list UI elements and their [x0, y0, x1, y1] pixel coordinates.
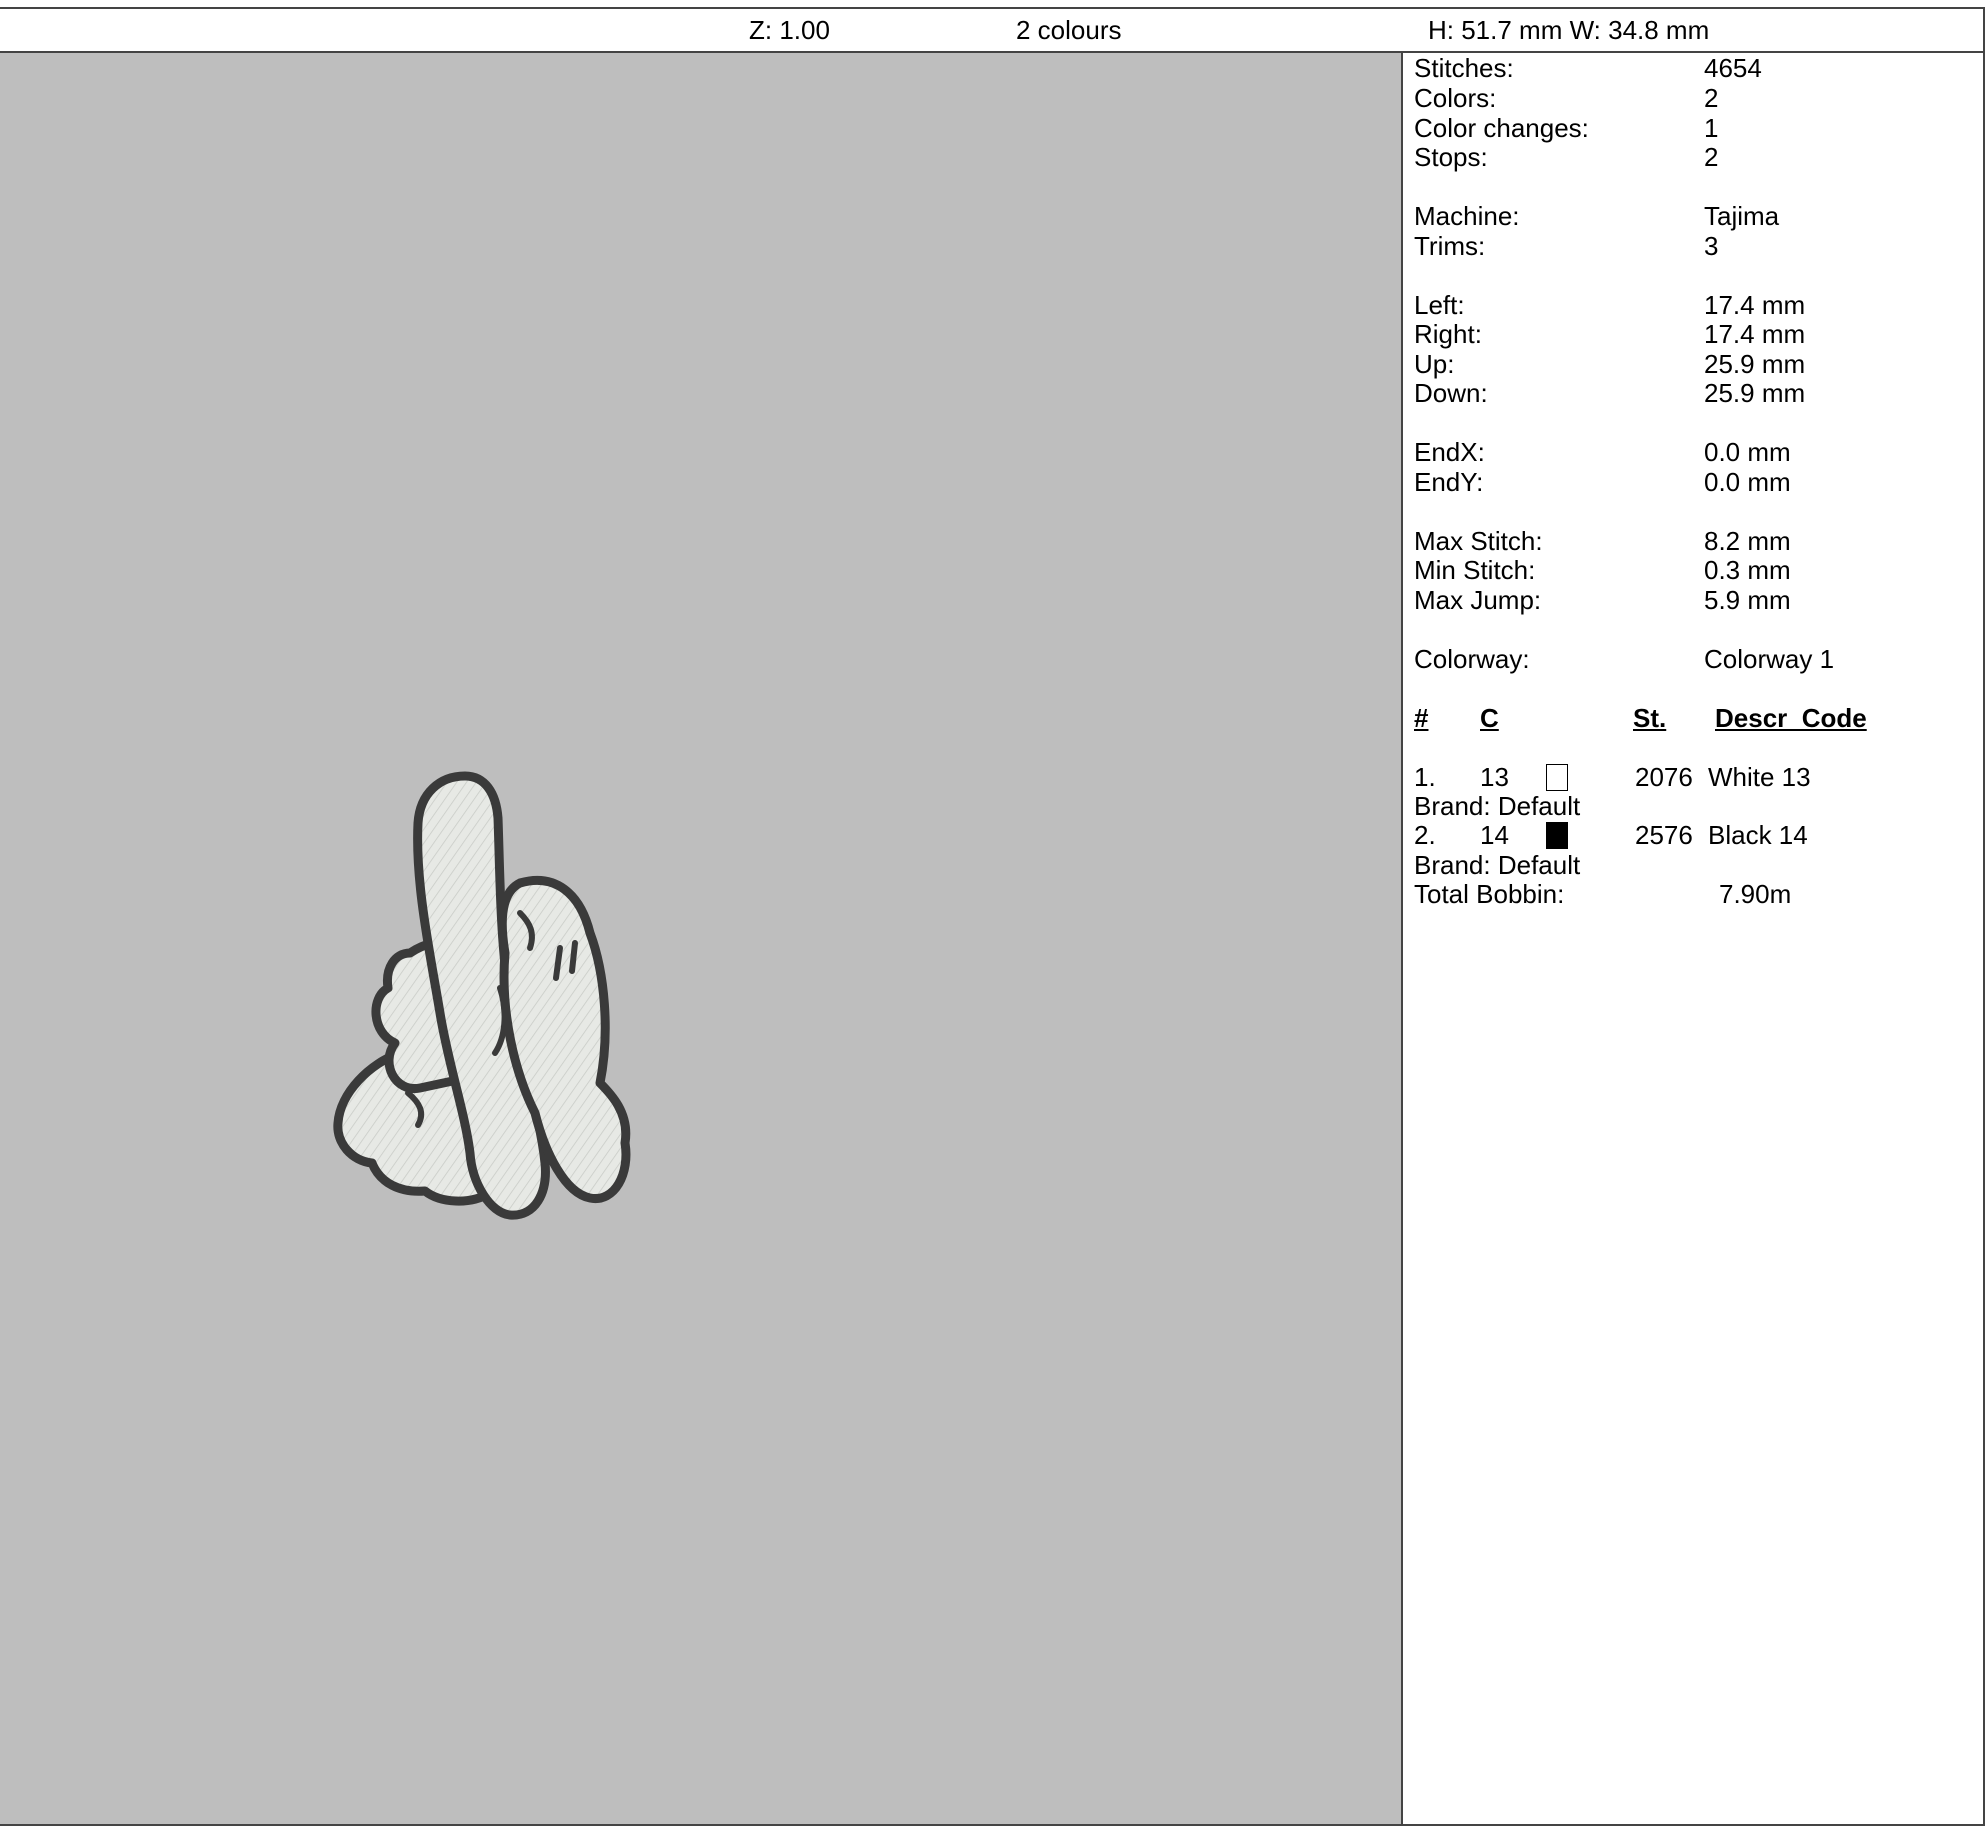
total-bobbin-label: Total Bobbin:: [1414, 879, 1565, 909]
endx-label: EndX:: [1414, 437, 1485, 467]
right-value: 17.4 mm: [1704, 319, 1806, 349]
max-jump-label: Max Jump:: [1414, 585, 1542, 615]
thread-2-code: 14: [1480, 820, 1509, 850]
colorway-label: Colorway:: [1414, 644, 1530, 674]
endx-value: 0.0 mm: [1704, 437, 1791, 467]
max-jump-value: 5.9 mm: [1704, 585, 1791, 615]
design-preview-canvas[interactable]: [0, 53, 1403, 1826]
right-label: Right:: [1414, 319, 1482, 349]
thread-2-brand: Brand: Default: [1414, 850, 1581, 880]
stops-value: 2: [1704, 142, 1719, 172]
endy-value: 0.0 mm: [1704, 467, 1791, 497]
trims-label: Trims:: [1414, 231, 1486, 261]
colors-value: 2: [1704, 83, 1719, 113]
thread-2-number: 2.: [1414, 820, 1436, 850]
stitches-value: 4654: [1704, 53, 1762, 83]
stitches-label: Stitches:: [1414, 53, 1514, 83]
stops-label: Stops:: [1414, 142, 1488, 172]
down-label: Down:: [1414, 378, 1488, 408]
zoom-level: Z: 1.00: [749, 15, 830, 45]
thread-1-swatch: [1546, 764, 1568, 791]
bottom-border: [0, 1824, 1985, 1826]
colorway-value: Colorway 1: [1704, 644, 1835, 674]
embroidery-design: [333, 771, 631, 1220]
trims-value: 3: [1704, 231, 1719, 261]
thread-1-code: 13: [1480, 762, 1509, 792]
thread-1-number: 1.: [1414, 762, 1436, 792]
up-label: Up:: [1414, 349, 1455, 379]
thread-1-description: White 13: [1708, 762, 1811, 792]
machine-value: Tajima: [1704, 201, 1780, 231]
design-info-panel: Stitches: 4654 Colors: 2 Color changes: …: [1403, 53, 1985, 1826]
thread-1-brand: Brand: Default: [1414, 791, 1581, 821]
max-stitch-value: 8.2 mm: [1704, 526, 1791, 556]
color-changes-label: Color changes:: [1414, 113, 1589, 143]
endy-label: EndY:: [1414, 467, 1484, 497]
thread-2-stitches: 2576: [1635, 820, 1693, 850]
left-label: Left:: [1414, 290, 1465, 320]
colors-label: Colors:: [1414, 83, 1497, 113]
machine-label: Machine:: [1414, 201, 1520, 231]
col-header-color: C: [1480, 703, 1499, 733]
down-value: 25.9 mm: [1704, 378, 1806, 408]
thread-1-stitches: 2076: [1635, 762, 1693, 792]
min-stitch-label: Min Stitch:: [1414, 555, 1536, 585]
up-value: 25.9 mm: [1704, 349, 1806, 379]
col-header-stitches: St.: [1633, 703, 1667, 733]
col-header-description: Descr_Code: [1715, 703, 1867, 733]
col-header-number: #: [1414, 703, 1429, 733]
thread-2-description: Black 14: [1708, 820, 1808, 850]
min-stitch-value: 0.3 mm: [1704, 555, 1791, 585]
total-bobbin-value: 7.90m: [1719, 879, 1792, 909]
thread-2-swatch: [1546, 822, 1568, 849]
colour-count: 2 colours: [1016, 15, 1122, 45]
left-value: 17.4 mm: [1704, 290, 1806, 320]
color-changes-value: 1: [1704, 113, 1719, 143]
design-dimensions: H: 51.7 mm W: 34.8 mm: [1428, 15, 1710, 45]
max-stitch-label: Max Stitch:: [1414, 526, 1543, 556]
hand-gesture-design: [333, 771, 631, 1220]
status-bar: Z: 1.00 2 colours H: 51.7 mm W: 34.8 mm: [0, 7, 1985, 53]
